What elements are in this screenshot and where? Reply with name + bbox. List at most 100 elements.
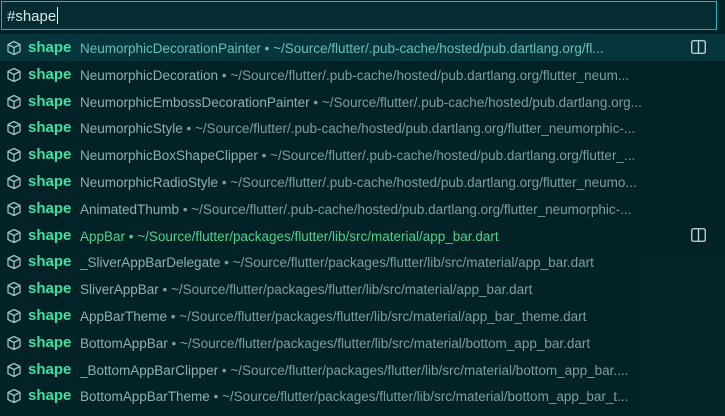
result-keyword: shape (28, 253, 72, 271)
result-label: SliverAppBar • ~/Source/flutter/packages… (80, 281, 699, 298)
result-keyword: shape (28, 172, 72, 190)
result-label: NeumorphicStyle • ~/Source/flutter/.pub-… (80, 120, 699, 137)
quick-open-palette: #shape shape NeumorphicDecorationPainter … (0, 0, 725, 416)
cube-symbol-icon (6, 40, 22, 56)
result-label: AnimatedThumb • ~/Source/flutter/.pub-ca… (80, 201, 699, 218)
result-keyword: shape (28, 119, 72, 137)
result-label: NeumorphicDecorationPainter • ~/Source/f… (80, 40, 699, 57)
cube-symbol-icon (6, 388, 22, 404)
result-separator: • (218, 67, 231, 83)
text-caret (57, 7, 59, 24)
cube-symbol-icon (6, 174, 22, 190)
result-label: BottomAppBar • ~/Source/flutter/packages… (80, 335, 699, 352)
result-separator: • (309, 94, 322, 110)
split-editor-icon[interactable] (691, 40, 706, 54)
result-keyword: shape (28, 360, 72, 378)
result-path: ~/Source/flutter/.pub-cache/hosted/pub.d… (230, 67, 630, 83)
result-path: ~/Source/flutter/packages/flutter/lib/sr… (222, 389, 629, 405)
results-list: shape NeumorphicDecorationPainter • ~/Sou… (0, 34, 725, 409)
result-separator: • (125, 228, 138, 244)
cube-symbol-icon (6, 120, 22, 136)
result-label: AppBarTheme • ~/Source/flutter/packages/… (80, 308, 699, 325)
cube-symbol-icon (6, 228, 22, 244)
result-keyword: shape (28, 39, 72, 56)
result-item[interactable]: shape SliverAppBar • ~/Source/flutter/pac… (0, 275, 725, 302)
result-path: ~/Source/flutter/.pub-cache/hosted/pub.d… (321, 94, 642, 110)
result-item[interactable]: shape _SliverAppBarDelegate • ~/Source/fl… (0, 248, 725, 275)
result-separator: • (257, 148, 271, 164)
result-item[interactable]: shape NeumorphicDecorationPainter • ~/Sou… (0, 34, 725, 61)
result-keyword: shape (28, 280, 72, 298)
result-label: _SliverAppBarDelegate • ~/Source/flutter… (80, 254, 699, 271)
result-name: _SliverAppBarDelegate (80, 255, 221, 271)
search-input-box[interactable]: #shape (1, 1, 717, 30)
result-separator: • (220, 255, 233, 271)
result-separator: • (260, 41, 274, 56)
result-item[interactable]: shape _BottomAppBarClipper • ~/Source/flu… (0, 356, 725, 383)
result-name: BottomAppBar (80, 335, 168, 351)
result-item[interactable]: shape BottomAppBar • ~/Source/flutter/pac… (0, 329, 725, 356)
cube-symbol-icon (6, 362, 22, 378)
cube-symbol-icon (6, 308, 22, 324)
result-keyword: shape (28, 146, 72, 164)
result-item[interactable]: shape AppBar • ~/Source/flutter/packages/… (0, 222, 725, 249)
result-name: _BottomAppBarClipper (80, 362, 219, 378)
result-item[interactable]: shape AppBarTheme • ~/Source/flutter/pack… (0, 302, 725, 329)
result-name: BottomAppBarTheme (80, 389, 210, 405)
cube-symbol-icon (6, 201, 22, 217)
result-item[interactable]: shape NeumorphicEmbossDecorationPainter •… (0, 88, 725, 115)
result-label: BottomAppBarTheme • ~/Source/flutter/pac… (80, 388, 699, 405)
result-label: NeumorphicRadioStyle • ~/Source/flutter/… (80, 174, 699, 191)
result-name: AppBarTheme (80, 308, 168, 324)
result-path: ~/Source/flutter/packages/flutter/lib/sr… (230, 362, 629, 378)
result-separator: • (179, 201, 192, 217)
search-input[interactable]: #shape (7, 7, 59, 26)
result-separator: • (218, 362, 231, 378)
result-separator: • (167, 335, 181, 351)
result-separator: • (209, 389, 223, 405)
result-separator: • (158, 282, 172, 298)
result-path: ~/Source/flutter/.pub-cache/hosted/pub.d… (273, 41, 604, 56)
result-item[interactable]: shape NeumorphicStyle • ~/Source/flutter/… (0, 114, 725, 141)
cube-symbol-icon (6, 94, 22, 110)
result-path: ~/Source/flutter/packages/flutter/lib/sr… (180, 335, 591, 351)
result-name: AnimatedThumb (80, 201, 180, 217)
result-path: ~/Source/flutter/.pub-cache/hosted/pub.d… (195, 121, 636, 137)
result-item[interactable]: shape NeumorphicRadioStyle • ~/Source/flu… (0, 168, 725, 195)
result-keyword: shape (28, 65, 72, 83)
result-path: ~/Source/flutter/.pub-cache/hosted/pub.d… (270, 148, 636, 164)
result-name: NeumorphicEmbossDecorationPainter (80, 94, 310, 110)
result-separator: • (182, 121, 196, 137)
result-keyword: shape (28, 226, 72, 244)
result-name: NeumorphicRadioStyle (80, 174, 219, 190)
result-separator: • (167, 308, 180, 324)
result-name: NeumorphicDecorationPainter (80, 41, 261, 56)
result-item[interactable]: shape NeumorphicBoxShapeClipper • ~/Sourc… (0, 141, 725, 168)
result-path: ~/Source/flutter/packages/flutter/lib/sr… (137, 228, 499, 244)
result-label: NeumorphicBoxShapeClipper • ~/Source/flu… (80, 147, 699, 164)
result-keyword: shape (28, 199, 72, 217)
result-item[interactable]: shape BottomAppBarTheme • ~/Source/flutte… (0, 382, 725, 409)
result-label: _BottomAppBarClipper • ~/Source/flutter/… (80, 362, 699, 379)
result-name: NeumorphicStyle (80, 121, 183, 137)
result-keyword: shape (28, 387, 72, 405)
result-path: ~/Source/flutter/.pub-cache/hosted/pub.d… (191, 201, 632, 217)
result-path: ~/Source/flutter/packages/flutter/lib/sr… (179, 308, 587, 324)
result-path: ~/Source/flutter/.pub-cache/hosted/pub.d… (230, 174, 637, 190)
result-path: ~/Source/flutter/packages/flutter/lib/sr… (232, 255, 594, 271)
cube-symbol-icon (6, 254, 22, 270)
result-keyword: shape (28, 306, 72, 324)
result-item[interactable]: shape AnimatedThumb • ~/Source/flutter/.p… (0, 195, 725, 222)
result-item[interactable]: shape NeumorphicDecoration • ~/Source/flu… (0, 61, 725, 88)
cube-symbol-icon (6, 147, 22, 163)
result-path: ~/Source/flutter/packages/flutter/lib/sr… (171, 282, 533, 298)
cube-symbol-icon (6, 335, 22, 351)
search-input-value: #shape (7, 8, 57, 25)
result-label: NeumorphicEmbossDecorationPainter • ~/So… (80, 94, 699, 111)
result-label: AppBar • ~/Source/flutter/packages/flutt… (80, 228, 699, 245)
cube-symbol-icon (6, 281, 22, 297)
result-label: NeumorphicDecoration • ~/Source/flutter/… (80, 67, 699, 84)
split-editor-icon[interactable] (691, 227, 706, 242)
cube-symbol-icon (6, 67, 22, 83)
result-name: NeumorphicDecoration (80, 67, 219, 83)
